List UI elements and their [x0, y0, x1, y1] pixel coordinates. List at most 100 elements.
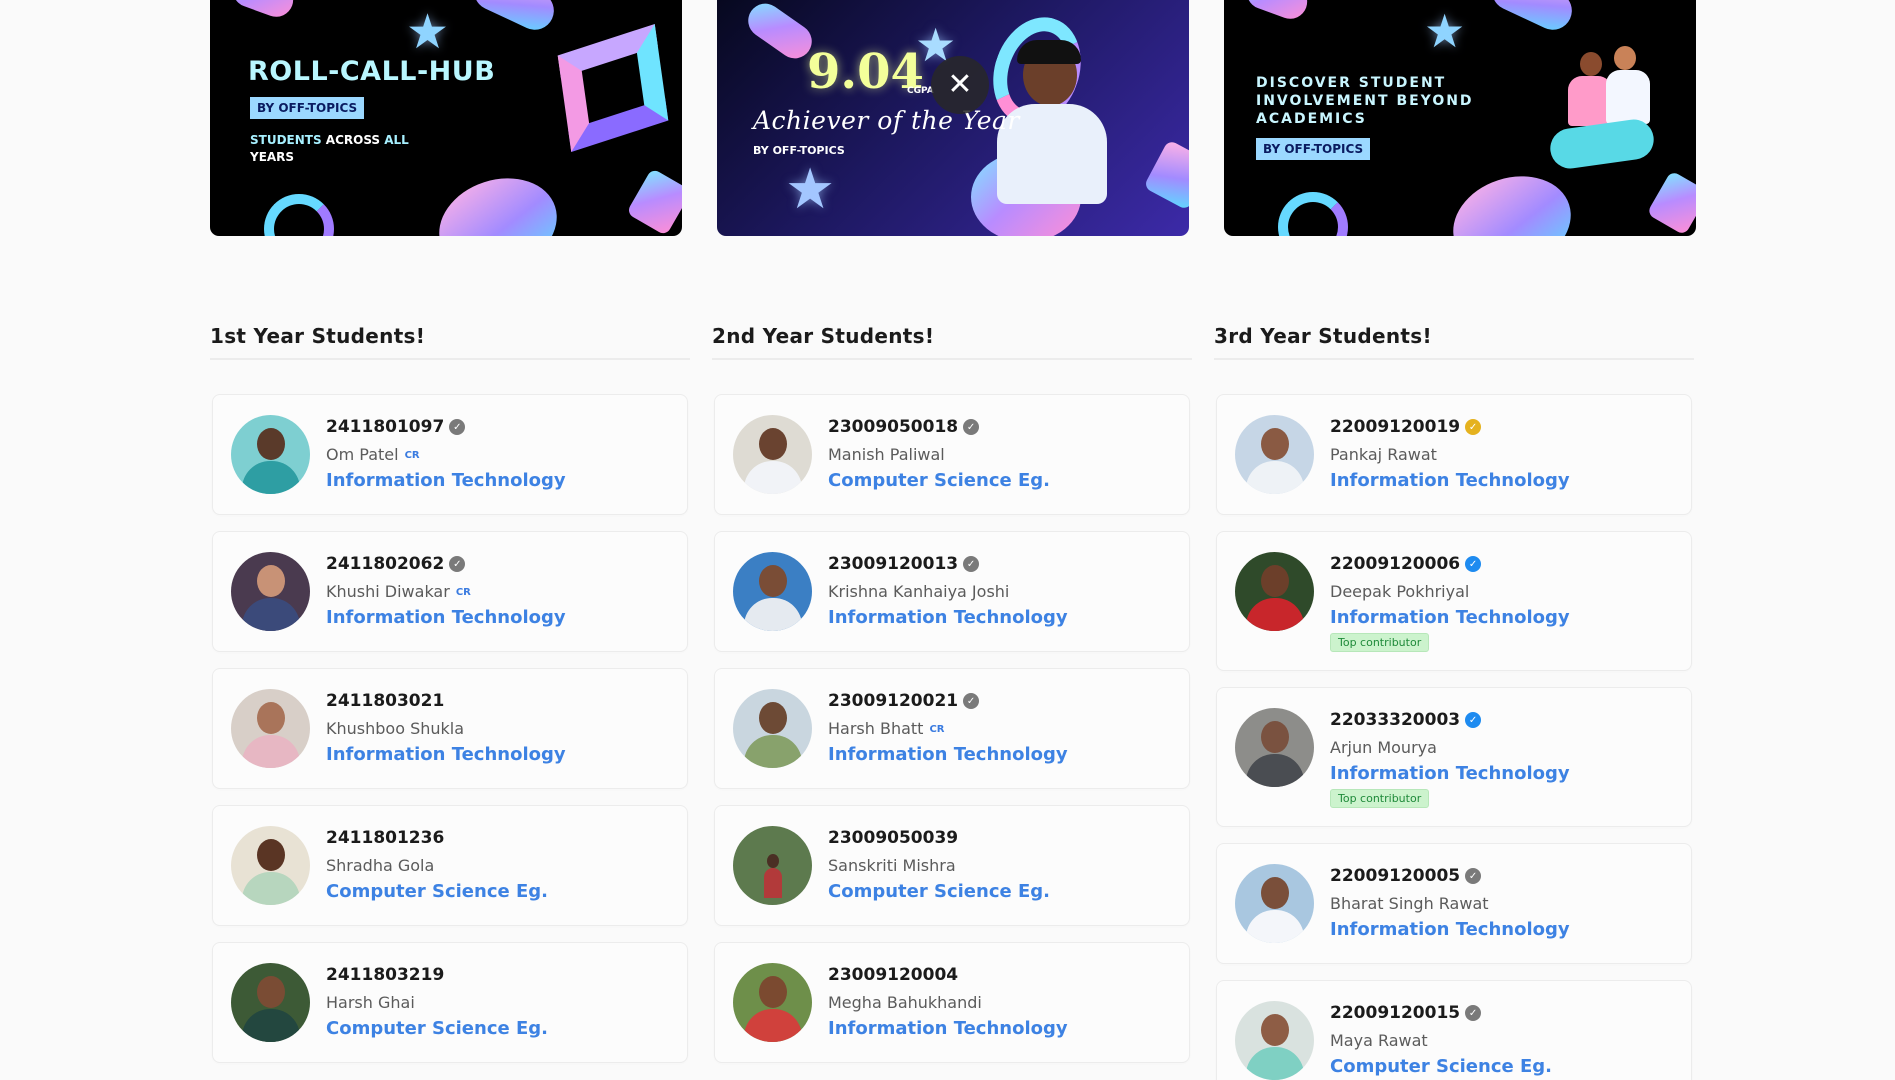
avatar — [733, 963, 812, 1042]
student-card[interactable]: 22009120006 ✓ Deepak Pokhriyal Informatio… — [1216, 531, 1692, 671]
department-link[interactable]: Information Technology — [326, 607, 566, 631]
column-2nd-year: 2nd Year Students! 23009050018 ✓ Manish P… — [712, 316, 1192, 1079]
verified-icon: ✓ — [963, 419, 980, 435]
department-link[interactable]: Computer Science Eg. — [326, 1018, 548, 1042]
banner-chip: BY OFF-TOPICS — [250, 97, 365, 119]
student-card[interactable]: 2411801097 ✓ Om Patel CR Information Techn… — [212, 394, 688, 515]
avatar — [1235, 864, 1314, 943]
department-link[interactable]: Information Technology — [828, 744, 1068, 768]
department-link[interactable]: Information Technology — [828, 607, 1068, 631]
student-card[interactable]: 2411803219 Harsh Ghai Computer Science E… — [212, 942, 688, 1063]
banner-roll-call-hub[interactable]: ★ ROLL-CALL-HUB BY OFF-TOPICS STUDENTS A… — [210, 0, 682, 236]
cgpa-label: CGPA — [907, 86, 934, 96]
roll-number: 23009120021 ✓ — [828, 690, 1068, 712]
illustration-shirt — [1606, 70, 1650, 124]
student-card[interactable]: 23009120004 Megha Bahukhandi Information… — [714, 942, 1190, 1063]
decor-pill — [228, 0, 298, 22]
roll-text: 2411802062 — [326, 554, 445, 574]
student-name: Khushi Diwakar CR — [326, 581, 566, 601]
star-icon: ★ — [1424, 4, 1466, 58]
achiever-hair — [1017, 40, 1081, 64]
illustration-head — [1580, 52, 1602, 76]
banner-headline: DISCOVER STUDENT INVOLVEMENT BEYOND ACAD… — [1256, 74, 1474, 128]
student-name: Harsh Bhatt CR — [828, 718, 1068, 738]
decor-ring — [1278, 192, 1348, 236]
verified-icon: ✓ — [963, 693, 980, 709]
student-name: Manish Paliwal — [828, 444, 1050, 464]
student-name: Maya Rawat — [1330, 1030, 1552, 1050]
roll-text: 23009120004 — [828, 965, 959, 985]
department-link[interactable]: Information Technology — [1330, 763, 1570, 787]
headline-line-1: DISCOVER STUDENT — [1256, 75, 1447, 91]
student-name: Shradha Gola — [326, 855, 548, 875]
student-name: Krishna Kanhaiya Joshi — [828, 581, 1068, 601]
student-name: Sanskriti Mishra — [828, 855, 1050, 875]
roll-number: 22033320003 ✓ — [1330, 709, 1570, 731]
name-text: Arjun Mourya — [1330, 737, 1437, 757]
verified-icon: ✓ — [1465, 556, 1482, 572]
department-link[interactable]: Computer Science Eg. — [828, 470, 1050, 494]
roll-text: 22009120006 — [1330, 554, 1461, 574]
avatar — [733, 552, 812, 631]
department-link[interactable]: Information Technology — [1330, 607, 1570, 631]
verified-icon: ✓ — [1465, 1005, 1482, 1021]
student-name: Arjun Mourya — [1330, 737, 1570, 757]
verified-icon: ✓ — [1465, 419, 1482, 435]
name-text: Sanskriti Mishra — [828, 855, 956, 875]
close-icon[interactable]: ✕ — [931, 56, 989, 114]
name-text: Megha Bahukhandi — [828, 992, 982, 1012]
achiever-headline: Achiever of the Year — [753, 106, 1020, 135]
student-card[interactable]: 2411801236 Shradha Gola Computer Science… — [212, 805, 688, 926]
department-link[interactable]: Computer Science Eg. — [326, 881, 548, 905]
roll-number: 2411803219 — [326, 964, 548, 986]
roll-text: 22009120005 — [1330, 866, 1461, 886]
roll-text: 23009120021 — [828, 691, 959, 711]
student-card[interactable]: 23009050039 Sanskriti Mishra Computer Sc… — [714, 805, 1190, 926]
student-list: 2411801097 ✓ Om Patel CR Information Techn… — [210, 394, 690, 1063]
roll-text: 23009120013 — [828, 554, 959, 574]
roll-number: 22009120019 ✓ — [1330, 416, 1570, 438]
avatar — [1235, 552, 1314, 631]
decor-cube — [1646, 170, 1696, 236]
student-list: 23009050018 ✓ Manish Paliwal Computer Sci… — [712, 394, 1192, 1063]
headline-line-3: ACADEMICS — [1256, 111, 1367, 127]
roll-text: 22009120019 — [1330, 417, 1461, 437]
student-card[interactable]: 22033320003 ✓ Arjun Mourya Information Te… — [1216, 687, 1692, 827]
avatar — [231, 415, 310, 494]
student-card[interactable]: 23009050018 ✓ Manish Paliwal Computer Sci… — [714, 394, 1190, 515]
student-card[interactable]: 2411802062 ✓ Khushi Diwakar CR Information… — [212, 531, 688, 652]
roll-number: 22009120015 ✓ — [1330, 1002, 1552, 1024]
verified-icon: ✓ — [1465, 868, 1482, 884]
department-link[interactable]: Information Technology — [326, 470, 566, 494]
banner-student-involvement[interactable]: ★ DISCOVER STUDENT INVOLVEMENT BEYOND AC… — [1224, 0, 1696, 236]
avatar — [733, 689, 812, 768]
department-link[interactable]: Information Technology — [1330, 470, 1570, 494]
student-card[interactable]: 22009120015 ✓ Maya Rawat Computer Science… — [1216, 980, 1692, 1080]
student-card[interactable]: 22009120005 ✓ Bharat Singh Rawat Informat… — [1216, 843, 1692, 964]
student-card[interactable]: 22009120019 ✓ Pankaj Rawat Information Te… — [1216, 394, 1692, 515]
department-link[interactable]: Information Technology — [1330, 919, 1570, 943]
cr-label: CR — [929, 724, 945, 735]
roll-number: 2411801097 ✓ — [326, 416, 566, 438]
roll-number: 2411801236 — [326, 827, 548, 849]
student-name: Harsh Ghai — [326, 992, 548, 1012]
department-link[interactable]: Computer Science Eg. — [828, 881, 1050, 905]
avatar — [1235, 708, 1314, 787]
cr-label: CR — [404, 450, 420, 461]
top-contributor-badge: Top contributor — [1330, 633, 1430, 652]
student-card[interactable]: 23009120013 ✓ Krishna Kanhaiya Joshi Info… — [714, 531, 1190, 652]
name-text: Maya Rawat — [1330, 1030, 1428, 1050]
banner-achiever-of-year[interactable]: ★ ★ 9.04 CGPA Achiever of the Year BY OF… — [717, 0, 1189, 236]
department-link[interactable]: Information Technology — [326, 744, 566, 768]
star-icon: ★ — [406, 4, 450, 60]
tagline-all: ALL — [384, 133, 409, 147]
avatar — [1235, 415, 1314, 494]
roll-text: 23009050018 — [828, 417, 959, 437]
decor-pill — [1242, 0, 1312, 24]
department-link[interactable]: Information Technology — [828, 1018, 1068, 1042]
name-text: Pankaj Rawat — [1330, 444, 1437, 464]
banner-byline: BY OFF-TOPICS — [753, 144, 845, 157]
student-card[interactable]: 23009120021 ✓ Harsh Bhatt CR Information T… — [714, 668, 1190, 789]
department-link[interactable]: Computer Science Eg. — [1330, 1056, 1552, 1080]
student-card[interactable]: 2411803021 Khushboo Shukla Information T… — [212, 668, 688, 789]
